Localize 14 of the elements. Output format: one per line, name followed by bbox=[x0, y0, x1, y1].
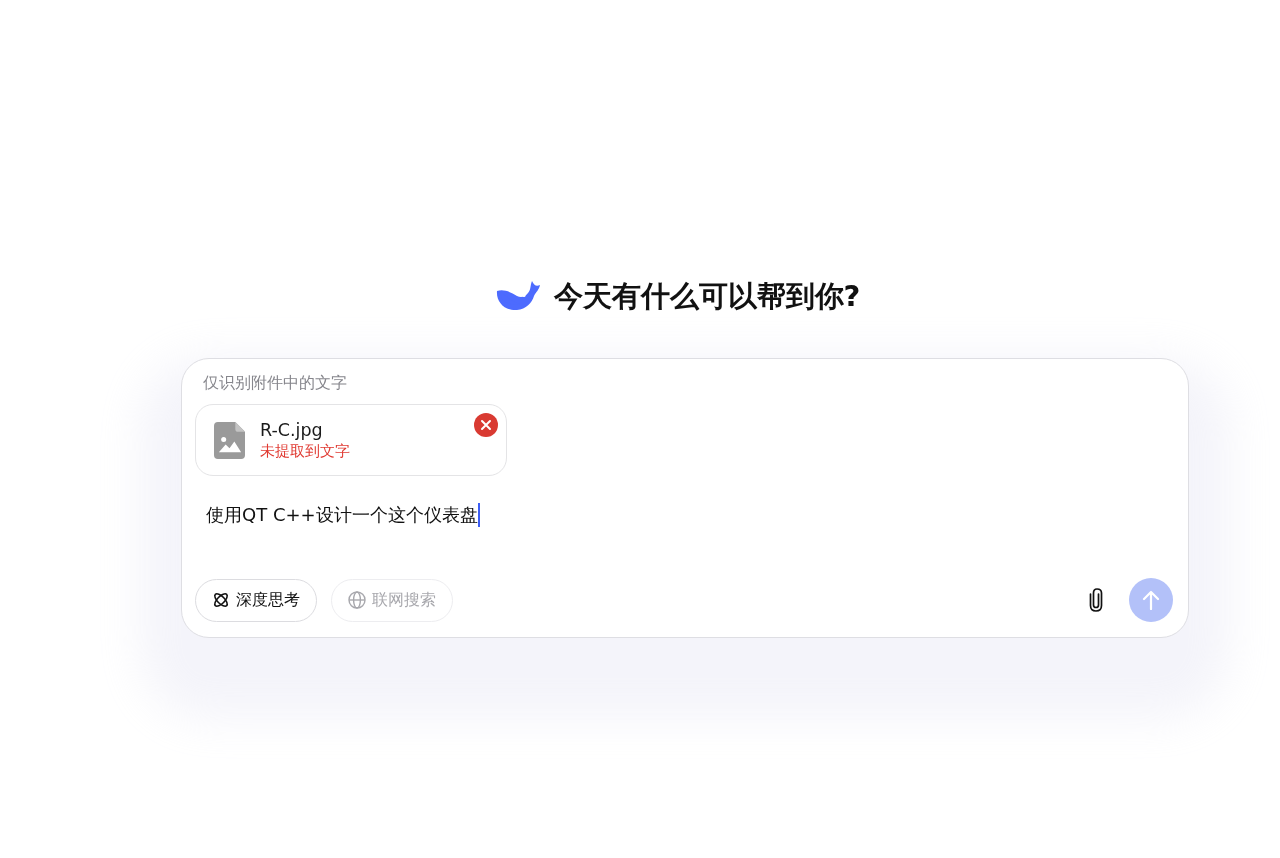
paperclip-icon[interactable] bbox=[1089, 588, 1103, 612]
arrow-up-icon bbox=[1142, 590, 1160, 610]
greeting-title: 今天有什么可以帮到你? bbox=[553, 278, 861, 315]
close-icon[interactable] bbox=[474, 413, 498, 437]
whale-logo-icon bbox=[495, 280, 540, 312]
file-status: 未提取到文字 bbox=[260, 442, 350, 461]
globe-icon bbox=[348, 591, 366, 609]
file-name: R-C.jpg bbox=[260, 419, 324, 441]
atom-icon bbox=[212, 591, 230, 609]
text-cursor-icon bbox=[477, 503, 480, 527]
attachment-notice: 仅识别附件中的文字 bbox=[203, 373, 348, 394]
deep-think-button[interactable]: 深度思考 bbox=[195, 578, 317, 622]
message-input[interactable]: 使用QT C++设计一个这个仪表盘 bbox=[195, 489, 1173, 569]
image-file-icon bbox=[214, 421, 245, 459]
